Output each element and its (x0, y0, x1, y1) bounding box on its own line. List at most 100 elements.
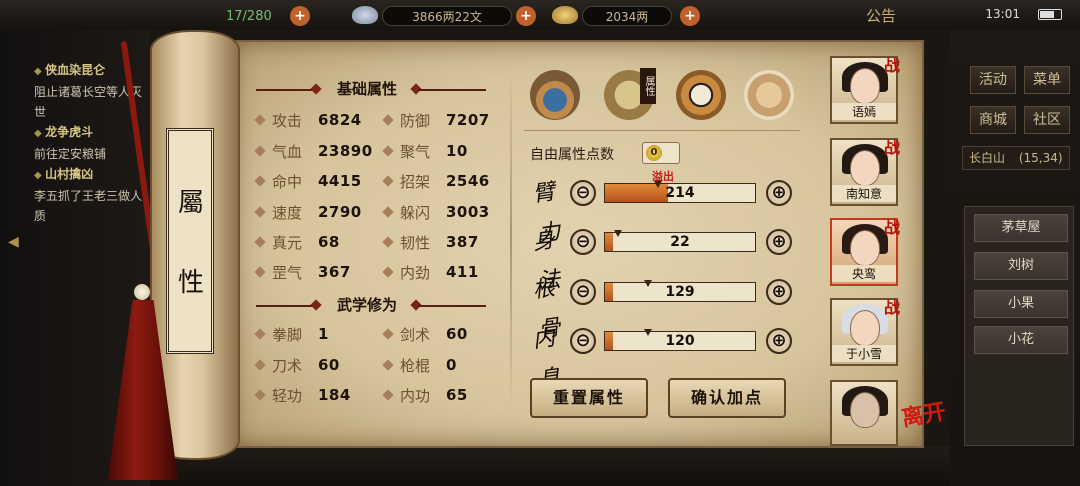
stat-hit: 命中 4415 (254, 170, 362, 192)
stat-speed: 速度 2790 (254, 201, 362, 223)
page-divider (510, 70, 512, 410)
strength-marker (654, 181, 662, 188)
constitution-minus-button[interactable]: ⊖ (570, 279, 596, 305)
face (850, 310, 880, 346)
agility-value: 22 (670, 234, 690, 250)
header-rule (418, 89, 486, 91)
member-name: 于小雪 (832, 345, 896, 362)
npc-item[interactable]: 茅草屋 (974, 214, 1068, 242)
stat-parry: 招架 2546 (382, 170, 490, 192)
menu-button[interactable]: 菜单 (1024, 66, 1070, 94)
face (850, 68, 880, 104)
quest-desc: 李五抓了王老三做人质 (34, 189, 143, 223)
tab-separator (524, 130, 800, 131)
location-display[interactable]: 长白山 (15,34) (962, 146, 1070, 170)
party-member-portrait[interactable]: 语嫣 战 (830, 56, 900, 124)
free-points-label: 自由属性点数 (530, 147, 614, 163)
stat-attack: 攻击 6824 (254, 109, 362, 131)
stat-gang-qi: 罡气 367 (254, 261, 351, 283)
stat-gather-qi: 聚气 10 (382, 140, 468, 162)
gold-display: 2034两 (582, 6, 672, 26)
stat-defense: 防御 7207 (382, 109, 490, 131)
jade-bead (134, 284, 150, 300)
party-member-portrait[interactable]: 于小雪 战 (830, 298, 900, 366)
breath-plus-button[interactable]: ⊕ (766, 328, 792, 354)
leave-button[interactable]: 离开 (900, 399, 952, 456)
attr-breath-label: 内息 (531, 325, 562, 393)
breath-marker (644, 329, 652, 336)
agility-minus-button[interactable]: ⊖ (570, 229, 596, 255)
community-button[interactable]: 社区 (1024, 106, 1070, 134)
stat-dodge: 躲闪 3003 (382, 201, 490, 223)
in-battle-tag: 战 (883, 218, 900, 237)
attr-agility-label: 身法 (531, 227, 563, 296)
quest-item[interactable]: 龙争虎斗 前往定安粮铺 (34, 122, 144, 164)
stat-true-yuan: 真元 68 (254, 231, 340, 253)
scroll-title-plate (166, 128, 214, 354)
strength-value: 214 (665, 185, 695, 201)
reset-attrs-button[interactable]: 重置属性 (530, 378, 648, 418)
constitution-bar: 129 (604, 282, 756, 302)
quest-title: 山村擒凶 (34, 164, 144, 186)
shop-button[interactable]: 商城 (970, 106, 1016, 134)
header-rule (418, 305, 486, 307)
add-gold-button[interactable]: + (680, 6, 700, 26)
activity-button[interactable]: 活动 (970, 66, 1016, 94)
face (850, 230, 880, 266)
quest-item[interactable]: 山村擒凶 李五抓了王老三做人质 (34, 164, 144, 226)
constitution-marker (644, 280, 652, 287)
face (850, 150, 880, 186)
agility-marker (614, 230, 622, 237)
in-battle-tag: 战 (883, 298, 900, 317)
notice-button[interactable]: 公告 (866, 5, 896, 26)
energy-counter: 17/280 (226, 6, 272, 26)
member-name: 南知意 (832, 185, 896, 202)
npc-item[interactable]: 小果 (974, 290, 1068, 318)
bottom-action-bar (150, 446, 950, 486)
confirm-points-button[interactable]: 确认加点 (668, 378, 786, 418)
strength-minus-button[interactable]: ⊖ (570, 180, 596, 206)
stat-inner-force: 内劲 411 (382, 261, 479, 283)
add-copper-button[interactable]: + (516, 6, 536, 26)
strength-plus-button[interactable]: ⊕ (766, 180, 792, 206)
stat-toughness: 韧性 387 (382, 231, 479, 253)
agility-plus-button[interactable]: ⊕ (766, 229, 792, 255)
npc-item[interactable]: 小花 (974, 326, 1068, 354)
party-member-portrait[interactable]: 南知意 战 (830, 138, 900, 206)
attr-constitution-label: 根骨 (531, 275, 563, 344)
energy-value: 17/280 (226, 8, 272, 24)
yinyang-icon[interactable] (676, 70, 726, 120)
stat-hp: 气血 23890 (254, 140, 373, 162)
member-name: 央鸾 (832, 265, 896, 282)
party-member-portrait[interactable] (830, 380, 898, 446)
collapse-arrow-icon[interactable]: ◀ (8, 234, 24, 254)
basic-attrs-header: 基础属性 (336, 80, 397, 98)
location-coords: (15,34) (1018, 151, 1063, 165)
hat-icon[interactable] (530, 70, 580, 120)
breath-bar: 120 (604, 331, 756, 351)
add-energy-button[interactable]: + (290, 6, 310, 26)
constitution-plus-button[interactable]: ⊕ (766, 279, 792, 305)
agility-bar: 22 (604, 232, 756, 252)
system-clock: 13:01 (985, 7, 1020, 21)
active-tab-badge: 属性 (640, 68, 656, 104)
in-battle-tag: 战 (883, 138, 900, 157)
martial-header: 武学修为 (336, 296, 397, 314)
location-name: 长白山 (969, 151, 1006, 165)
skill-sword: 剑术 60 (382, 323, 468, 345)
in-battle-tag: 战 (883, 56, 900, 75)
quest-title: 龙争虎斗 (34, 122, 144, 144)
attr-strength-label: 臂力 (531, 179, 563, 248)
header-rule (256, 89, 316, 91)
breath-value: 120 (665, 333, 695, 349)
breath-minus-button[interactable]: ⊖ (570, 328, 596, 354)
scroll-title-char: 屬 (177, 188, 204, 218)
scroll-title-char: 性 (177, 268, 204, 298)
party-member-portrait-selected[interactable]: 央鸾 战 (830, 218, 900, 286)
quest-desc: 前往定安粮铺 (34, 147, 107, 161)
body-icon[interactable] (744, 70, 794, 120)
top-resource-bar (0, 0, 1080, 30)
constitution-value: 129 (665, 284, 695, 300)
npc-item[interactable]: 刘树 (974, 252, 1068, 280)
header-rule (256, 305, 316, 307)
